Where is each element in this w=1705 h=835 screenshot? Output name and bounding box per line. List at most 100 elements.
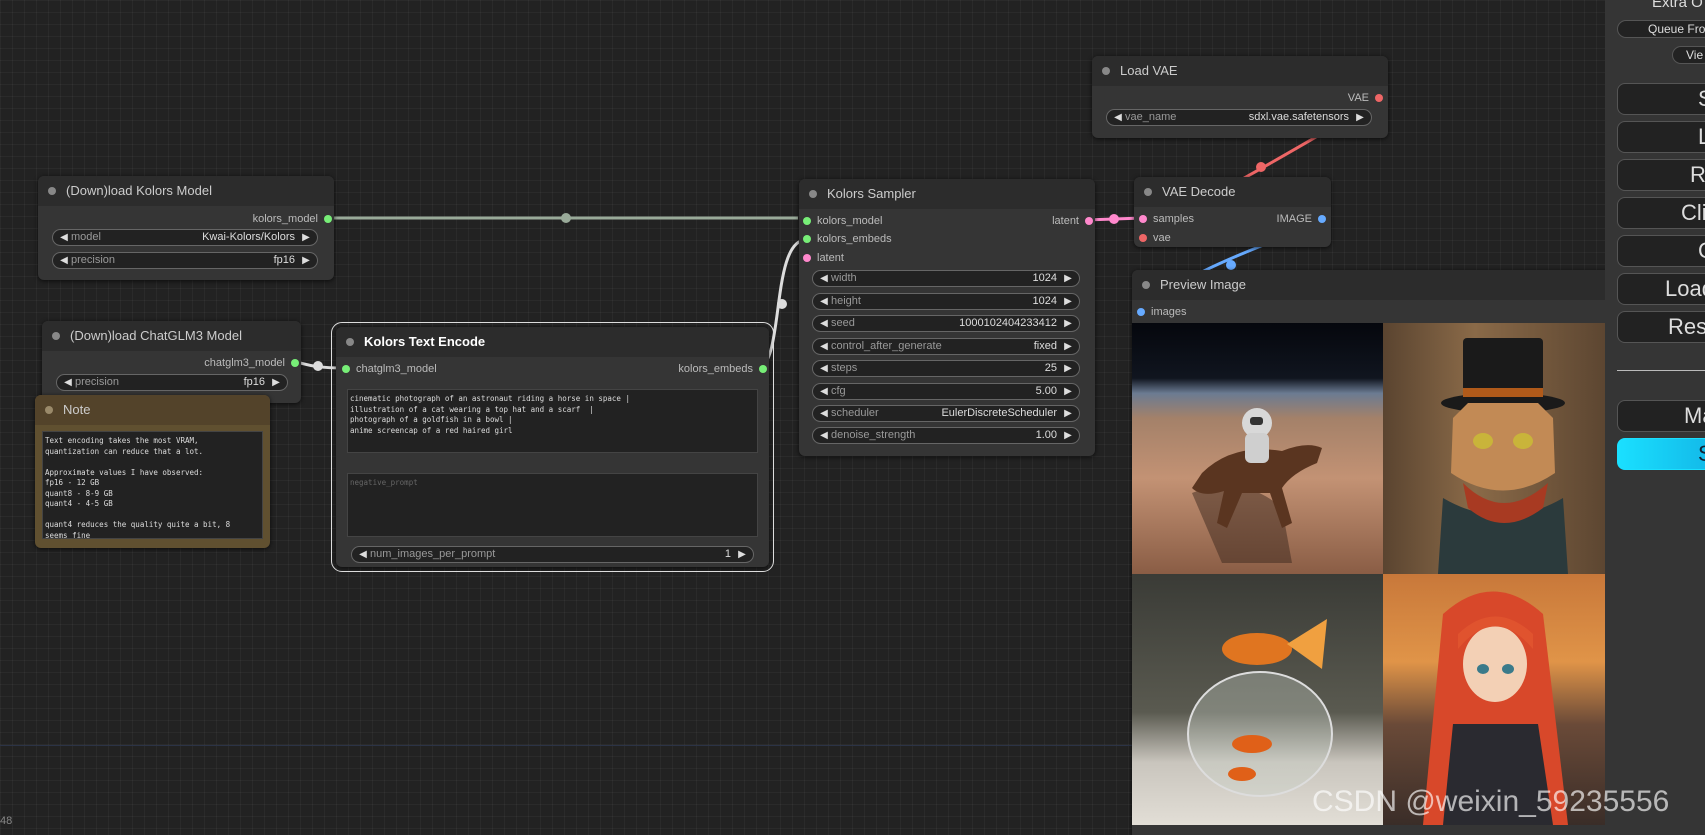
load-default-button[interactable]: Load xyxy=(1617,273,1705,305)
preview-image-cat[interactable] xyxy=(1383,323,1612,574)
arrow-right-icon[interactable]: ▶ xyxy=(1061,384,1075,399)
collapse-dot[interactable] xyxy=(1144,188,1152,196)
model-widget[interactable]: ◀ model Kwai-Kolors/Kolors ▶ xyxy=(52,229,318,246)
preview-image-astronaut[interactable] xyxy=(1132,323,1383,574)
arrow-left-icon[interactable]: ◀ xyxy=(817,384,831,399)
reset-view-button[interactable]: Res xyxy=(1617,311,1705,343)
clipspace-button[interactable]: Clip xyxy=(1617,197,1705,229)
input-kolors-embeds[interactable]: kolors_embeds xyxy=(803,232,892,246)
arrow-left-icon[interactable]: ◀ xyxy=(817,294,831,309)
slot-dot[interactable] xyxy=(1137,308,1145,316)
precision-widget[interactable]: ◀ precision fp16 ▶ xyxy=(56,374,288,391)
input-latent[interactable]: latent xyxy=(803,251,844,265)
input-samples[interactable]: samples xyxy=(1139,212,1194,226)
slot-dot[interactable] xyxy=(1139,234,1147,242)
output-chatglm3-model[interactable]: chatglm3_model xyxy=(204,356,299,370)
output-kolors-embeds[interactable]: kolors_embeds xyxy=(678,362,767,376)
width-widget[interactable]: ◀ width 1024 ▶ xyxy=(812,270,1080,287)
output-image[interactable]: IMAGE xyxy=(1277,212,1326,226)
note-textarea[interactable]: Text encoding takes the most VRAM, quant… xyxy=(42,431,263,539)
input-chatglm3-model[interactable]: chatglm3_model xyxy=(342,362,437,376)
node-download-chatglm3-model[interactable]: (Down)load ChatGLM3 Model chatglm3_model… xyxy=(42,321,301,403)
slot-dot[interactable] xyxy=(803,217,811,225)
arrow-right-icon[interactable]: ▶ xyxy=(1353,110,1367,125)
node-note[interactable]: Note Text encoding takes the most VRAM, … xyxy=(35,395,270,548)
arrow-left-icon[interactable]: ◀ xyxy=(817,339,831,354)
arrow-right-icon[interactable]: ▶ xyxy=(1061,406,1075,421)
scheduler-widget[interactable]: ◀ scheduler EulerDiscreteScheduler ▶ xyxy=(812,405,1080,422)
slot-dot[interactable] xyxy=(1085,217,1093,225)
arrow-left-icon[interactable]: ◀ xyxy=(817,406,831,421)
clear-button[interactable]: C xyxy=(1617,235,1705,267)
slot-dot[interactable] xyxy=(803,235,811,243)
arrow-right-icon[interactable]: ▶ xyxy=(1061,339,1075,354)
slot-dot[interactable] xyxy=(1139,215,1147,223)
arrow-left-icon[interactable]: ◀ xyxy=(356,547,370,562)
load-button[interactable]: L xyxy=(1617,121,1705,153)
slot-dot[interactable] xyxy=(324,215,332,223)
node-load-vae[interactable]: Load VAE VAE ◀ vae_name sdxl.vae.safetenso… xyxy=(1092,56,1388,138)
slot-dot[interactable] xyxy=(759,365,767,373)
slot-dot[interactable] xyxy=(803,254,811,262)
arrow-left-icon[interactable]: ◀ xyxy=(57,253,71,268)
collapse-dot[interactable] xyxy=(346,338,354,346)
output-kolors-model[interactable]: kolors_model xyxy=(253,212,332,226)
manager-button[interactable]: Ma xyxy=(1617,400,1705,432)
seed-widget[interactable]: ◀ seed 1000102404233412 ▶ xyxy=(812,315,1080,332)
vae-name-widget[interactable]: ◀ vae_name sdxl.vae.safetensors ▶ xyxy=(1106,109,1372,126)
collapse-dot[interactable] xyxy=(45,406,53,414)
node-title[interactable]: (Down)load Kolors Model xyxy=(38,176,334,206)
node-vae-decode[interactable]: VAE Decode samples vae IMAGE xyxy=(1134,177,1331,247)
negative-prompt-textarea[interactable]: negative_prompt xyxy=(347,473,758,537)
arrow-left-icon[interactable]: ◀ xyxy=(1111,110,1125,125)
arrow-right-icon[interactable]: ▶ xyxy=(299,253,313,268)
slot-dot[interactable] xyxy=(342,365,350,373)
output-vae[interactable]: VAE xyxy=(1348,91,1383,105)
collapse-dot[interactable] xyxy=(48,187,56,195)
collapse-dot[interactable] xyxy=(52,332,60,340)
input-vae[interactable]: vae xyxy=(1139,231,1171,245)
view-button[interactable]: Vie xyxy=(1672,46,1705,64)
cfg-widget[interactable]: ◀ cfg 5.00 ▶ xyxy=(812,383,1080,400)
node-kolors-text-encode[interactable]: Kolors Text Encode chatglm3_model kolors… xyxy=(331,322,774,572)
node-kolors-sampler[interactable]: Kolors Sampler kolors_model kolors_embed… xyxy=(799,179,1095,456)
arrow-right-icon[interactable]: ▶ xyxy=(1061,294,1075,309)
collapse-dot[interactable] xyxy=(1142,281,1150,289)
num-images-widget[interactable]: ◀ num_images_per_prompt 1 ▶ xyxy=(351,546,754,563)
node-title[interactable]: (Down)load ChatGLM3 Model xyxy=(42,321,301,351)
node-download-kolors-model[interactable]: (Down)load Kolors Model kolors_model ◀ mo… xyxy=(38,176,334,280)
input-images[interactable]: images xyxy=(1137,305,1186,319)
arrow-left-icon[interactable]: ◀ xyxy=(817,316,831,331)
input-kolors-model[interactable]: kolors_model xyxy=(803,214,882,228)
height-widget[interactable]: ◀ height 1024 ▶ xyxy=(812,293,1080,310)
node-title[interactable]: Kolors Sampler xyxy=(799,179,1095,209)
save-button[interactable]: S xyxy=(1617,83,1705,115)
arrow-left-icon[interactable]: ◀ xyxy=(817,271,831,286)
collapse-dot[interactable] xyxy=(1102,67,1110,75)
collapse-dot[interactable] xyxy=(809,190,817,198)
arrow-left-icon[interactable]: ◀ xyxy=(61,375,75,390)
arrow-right-icon[interactable]: ▶ xyxy=(299,230,313,245)
arrow-left-icon[interactable]: ◀ xyxy=(817,428,831,443)
node-preview-image[interactable]: Preview Image images xyxy=(1132,270,1612,835)
output-latent[interactable]: latent xyxy=(1052,214,1093,228)
control-after-generate-widget[interactable]: ◀ control_after_generate fixed ▶ xyxy=(812,338,1080,355)
node-title[interactable]: VAE Decode xyxy=(1134,177,1331,207)
arrow-left-icon[interactable]: ◀ xyxy=(817,361,831,376)
share-button[interactable]: S xyxy=(1617,438,1705,470)
precision-widget[interactable]: ◀ precision fp16 ▶ xyxy=(52,252,318,269)
arrow-right-icon[interactable]: ▶ xyxy=(1061,316,1075,331)
arrow-left-icon[interactable]: ◀ xyxy=(57,230,71,245)
prompt-textarea[interactable]: cinematic photograph of an astronaut rid… xyxy=(347,389,758,453)
node-title[interactable]: Kolors Text Encode xyxy=(336,327,769,357)
queue-front-button[interactable]: Queue Front xyxy=(1617,20,1705,38)
slot-dot[interactable] xyxy=(1318,215,1326,223)
slot-dot[interactable] xyxy=(291,359,299,367)
arrow-right-icon[interactable]: ▶ xyxy=(1061,428,1075,443)
steps-widget[interactable]: ◀ steps 25 ▶ xyxy=(812,360,1080,377)
node-title[interactable]: Preview Image xyxy=(1132,270,1612,300)
arrow-right-icon[interactable]: ▶ xyxy=(1061,361,1075,376)
refresh-button[interactable]: Re xyxy=(1617,159,1705,191)
arrow-right-icon[interactable]: ▶ xyxy=(735,547,749,562)
arrow-right-icon[interactable]: ▶ xyxy=(269,375,283,390)
